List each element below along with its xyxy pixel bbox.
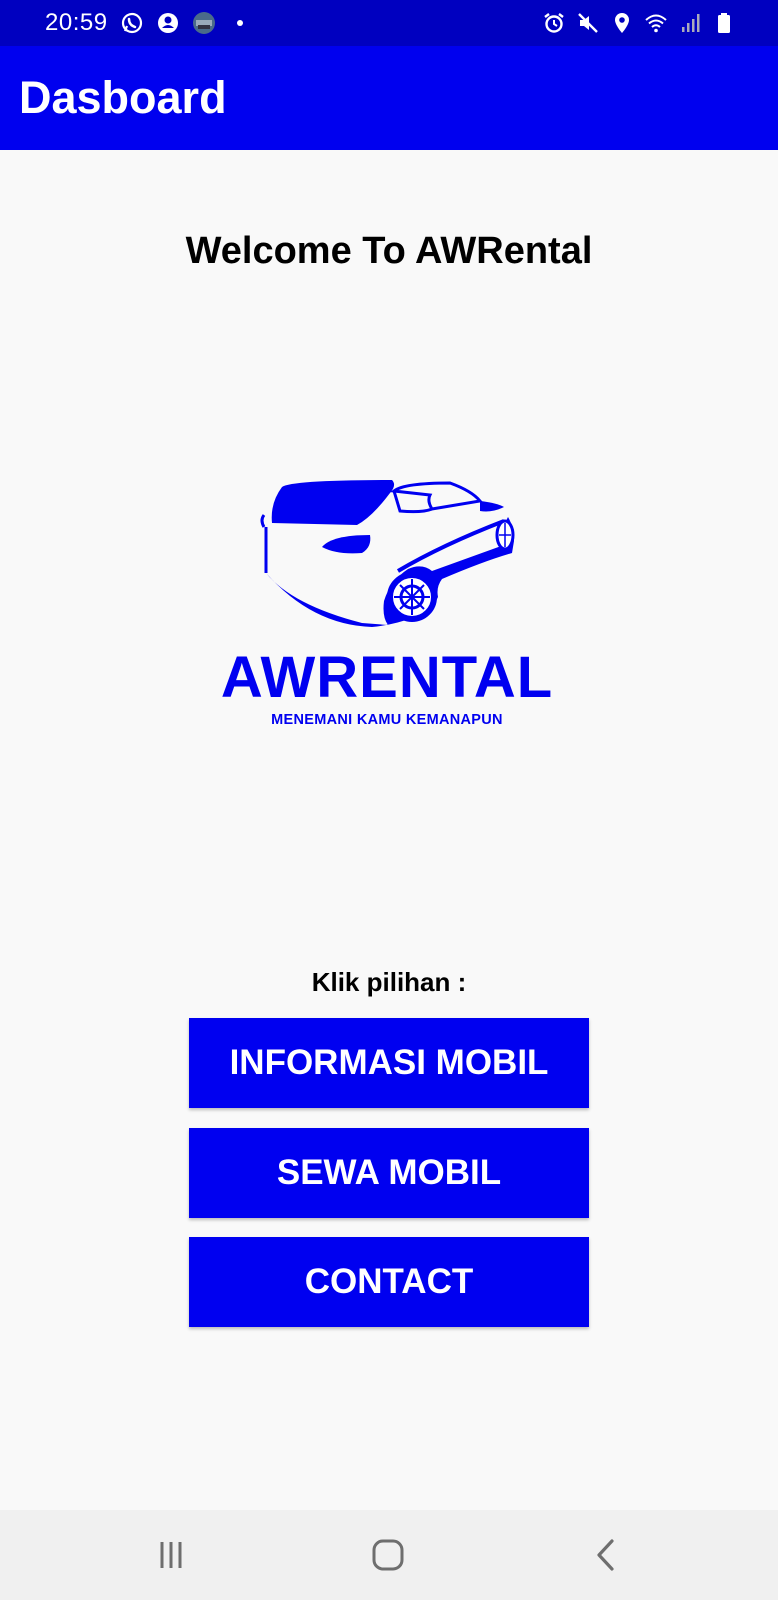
- photo-icon: [192, 11, 216, 35]
- car-logo-icon: AWRENTAL MENEMANI KAMU KEMANAPUN: [222, 480, 553, 728]
- system-nav-bar: [0, 1510, 778, 1600]
- status-bar: 20:59: [0, 0, 778, 46]
- awrental-logo: AWRENTAL MENEMANI KAMU KEMANAPUN: [222, 475, 562, 745]
- contact-button[interactable]: CONTACT: [189, 1237, 589, 1327]
- mute-icon: [576, 11, 600, 35]
- sewa-mobil-button[interactable]: SEWA MOBIL: [189, 1128, 589, 1218]
- status-time: 20:59: [45, 9, 108, 36]
- battery-icon: [712, 11, 736, 35]
- recent-apps-icon[interactable]: [141, 1528, 201, 1582]
- app-bar: Dasboard: [0, 46, 778, 150]
- dot-icon: [228, 11, 252, 35]
- logo-tagline: MENEMANI KAMU KEMANAPUN: [271, 712, 503, 728]
- home-icon[interactable]: [358, 1528, 418, 1582]
- signal-icon: [678, 11, 702, 35]
- back-icon[interactable]: [577, 1528, 637, 1582]
- alarm-icon: [542, 11, 566, 35]
- choice-prompt: Klik pilihan :: [311, 967, 467, 997]
- informasi-mobil-button[interactable]: INFORMASI MOBIL: [189, 1018, 589, 1108]
- welcome-heading: Welcome To AWRental: [185, 230, 593, 272]
- account-icon: [156, 11, 180, 35]
- logo-name: AWRENTAL: [222, 645, 553, 710]
- whatsapp-icon: [120, 11, 144, 35]
- wifi-icon: [644, 11, 668, 35]
- location-icon: [610, 11, 634, 35]
- app-title: Dasboard: [19, 72, 227, 123]
